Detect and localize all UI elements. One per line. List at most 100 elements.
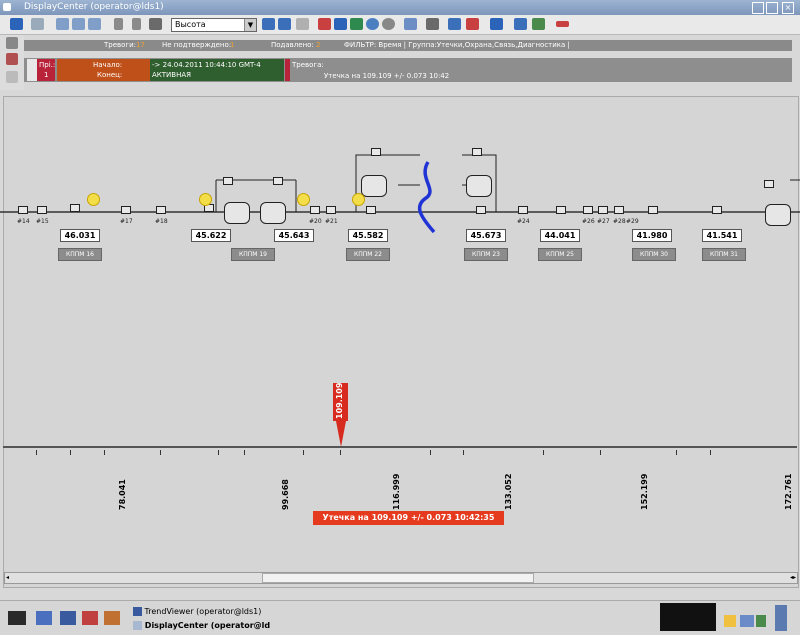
- tools-icon[interactable]: [82, 611, 98, 625]
- alarm-icon[interactable]: [318, 18, 331, 30]
- filter-tank-icon[interactable]: [260, 202, 286, 224]
- filter-tank-icon[interactable]: [765, 204, 791, 226]
- valve-icon[interactable]: [472, 148, 482, 156]
- chart-alt-icon[interactable]: [278, 18, 291, 30]
- station-button[interactable]: КППМ 31: [702, 248, 746, 261]
- minimize-button[interactable]: [752, 2, 764, 14]
- valve-icon[interactable]: [371, 148, 381, 156]
- monitor-icon[interactable]: [60, 611, 76, 625]
- bar-chart-icon[interactable]: [334, 18, 347, 30]
- station-button[interactable]: КППМ 23: [464, 248, 508, 261]
- task-trendviewer[interactable]: TrendViewer (operator@lds1): [133, 607, 261, 616]
- back-arrow-icon[interactable]: [114, 18, 123, 30]
- help-icon[interactable]: [448, 18, 461, 30]
- task-displaycenter[interactable]: DisplayCenter (operator@ld: [133, 621, 270, 630]
- node-label: #15: [36, 218, 49, 225]
- app-icon: [133, 607, 142, 616]
- filter-text[interactable]: ФИЛЬТР: Время | Группа:Утечки,Охрана,Свя…: [344, 41, 570, 49]
- valve-icon[interactable]: [273, 177, 283, 185]
- alarm-row[interactable]: Прi.: 1 Начало: Конец: -> 24.04.2011 10:…: [24, 58, 792, 82]
- station-button[interactable]: КППМ 19: [231, 248, 275, 261]
- ruler-tick: [218, 450, 219, 455]
- info-icon[interactable]: [490, 18, 503, 30]
- valve-icon[interactable]: [310, 206, 320, 214]
- valve-icon[interactable]: [156, 206, 166, 214]
- print-icon[interactable]: [31, 18, 44, 30]
- network-status-icon[interactable]: [756, 615, 766, 627]
- valve-icon[interactable]: [223, 177, 233, 185]
- station-button[interactable]: КППМ 30: [632, 248, 676, 261]
- close-button[interactable]: ×: [782, 2, 794, 14]
- home-folder-icon[interactable]: [104, 611, 120, 625]
- leak-marker[interactable]: 109.109: [333, 383, 348, 421]
- exit-icon[interactable]: [556, 21, 569, 27]
- pipeline-diagram: [0, 154, 800, 234]
- valve-icon[interactable]: [366, 206, 376, 214]
- zoom-in-icon[interactable]: [56, 18, 69, 30]
- valve-icon[interactable]: [648, 206, 658, 214]
- acknowledge-icon[interactable]: [6, 37, 18, 49]
- ruler-tick: [710, 450, 711, 455]
- mute-icon[interactable]: [466, 18, 479, 30]
- station-button[interactable]: КППМ 25: [538, 248, 582, 261]
- connect-icon[interactable]: [10, 18, 23, 30]
- valve-icon[interactable]: [712, 206, 722, 214]
- network-icon[interactable]: [36, 611, 52, 625]
- priority-cell: Прi.: 1: [37, 59, 56, 81]
- clipboard-icon[interactable]: [724, 615, 736, 627]
- leak-indicator-icon: [352, 193, 365, 206]
- filter-tank-icon[interactable]: [361, 175, 387, 197]
- row-marker: [27, 59, 37, 81]
- chart-icon[interactable]: [262, 18, 275, 30]
- zoom-fit-icon[interactable]: [88, 18, 101, 30]
- settings-icon[interactable]: [382, 18, 395, 30]
- valve-icon[interactable]: [583, 206, 593, 214]
- valve-icon[interactable]: [18, 206, 28, 214]
- valve-icon[interactable]: [614, 206, 624, 214]
- add-icon[interactable]: [6, 71, 18, 83]
- parameter-select[interactable]: Высота ▼: [171, 18, 257, 32]
- valve-icon[interactable]: [764, 180, 774, 188]
- list-icon[interactable]: [426, 18, 439, 30]
- scroll-left-icon[interactable]: ◂: [6, 574, 9, 581]
- export-icon[interactable]: [532, 18, 545, 30]
- alarm-type-label: Тревога:: [292, 61, 324, 69]
- valve-icon[interactable]: [121, 206, 131, 214]
- pressure-value: 41.980: [632, 229, 672, 242]
- trend-icon[interactable]: [404, 18, 417, 30]
- title-bar: DisplayCenter (operator@lds1) ×: [0, 0, 800, 15]
- zoom-out-icon[interactable]: [72, 18, 85, 30]
- scroll-right-icon[interactable]: ◂▸: [790, 574, 796, 581]
- filter-tank-icon[interactable]: [466, 175, 492, 197]
- report-icon[interactable]: [350, 18, 363, 30]
- leak-banner[interactable]: Утечка на 109.109 +/- 0.073 10:42:35: [313, 511, 504, 525]
- home-icon[interactable]: [149, 18, 162, 30]
- pressure-value: 45.622: [191, 229, 231, 242]
- menu-icon[interactable]: [8, 611, 26, 625]
- valve-icon[interactable]: [598, 206, 608, 214]
- station-button[interactable]: КППМ 22: [346, 248, 390, 261]
- silence-icon[interactable]: [6, 53, 18, 65]
- globe-icon[interactable]: [366, 18, 379, 30]
- maximize-button[interactable]: [766, 2, 778, 14]
- logout-icon[interactable]: [775, 605, 787, 631]
- valve-icon[interactable]: [518, 206, 528, 214]
- valve-icon[interactable]: [70, 204, 80, 212]
- system-monitor[interactable]: [660, 603, 716, 631]
- ruler-tick: [676, 450, 677, 455]
- valve-icon[interactable]: [476, 206, 486, 214]
- valve-icon[interactable]: [326, 206, 336, 214]
- keyboard-icon[interactable]: [740, 615, 754, 627]
- station-button[interactable]: КППМ 16: [58, 248, 102, 261]
- valve-icon[interactable]: [37, 206, 47, 214]
- ruler-tick: [160, 450, 161, 455]
- filter-tank-icon[interactable]: [224, 202, 250, 224]
- suppressed-count: 2: [316, 41, 321, 49]
- valve-icon[interactable]: [556, 206, 566, 214]
- node-label: #27: [597, 218, 610, 225]
- scrollbar-thumb[interactable]: [262, 573, 534, 583]
- grid-icon[interactable]: [296, 18, 309, 30]
- window-icon[interactable]: [514, 18, 527, 30]
- ruler-mark-label: 116.999: [392, 473, 401, 510]
- forward-arrow-icon[interactable]: [132, 18, 141, 30]
